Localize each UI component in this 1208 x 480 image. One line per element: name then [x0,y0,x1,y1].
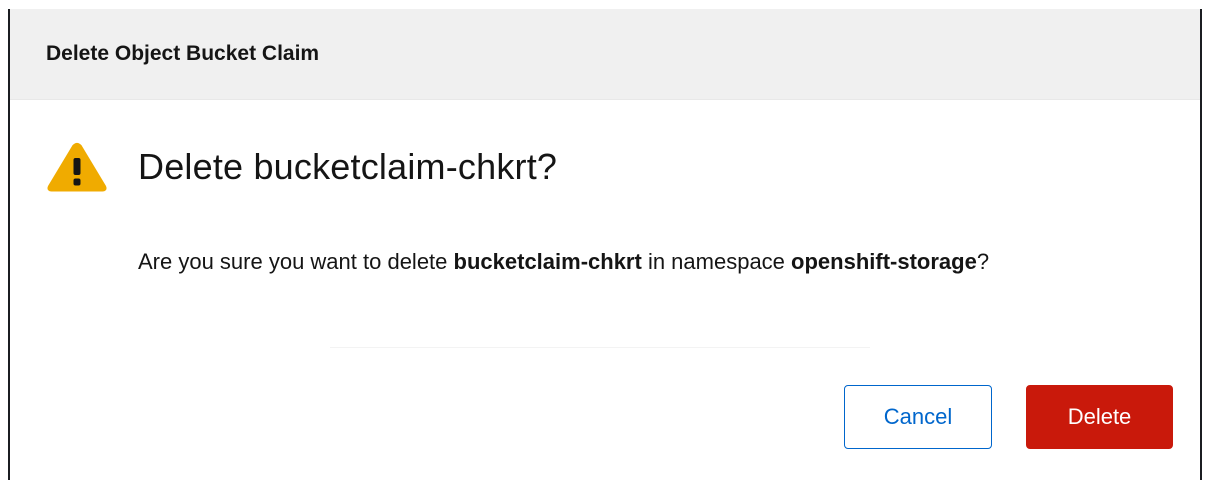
cancel-button[interactable]: Cancel [844,385,992,449]
modal-body: Are you sure you want to delete bucketcl… [138,239,1118,284]
body-divider [330,347,870,348]
modal-header: Delete Object Bucket Claim [10,9,1200,100]
delete-modal: Delete Object Bucket Claim Delete bucket… [10,9,1200,480]
message-suffix: ? [976,249,990,274]
message-middle: in namespace [641,249,792,274]
background-page-strip [0,0,1208,9]
message-prefix: Are you sure you want to delete [138,249,454,274]
modal-heading: Delete bucketclaim-chkrt? [138,146,558,187]
namespace-name: openshift-storage [791,249,977,274]
resource-name: bucketclaim-chkrt [453,249,642,274]
modal-title-row: Delete bucketclaim-chkrt? [46,142,557,192]
warning-triangle-icon [47,142,107,192]
modal-header-title: Delete Object Bucket Claim [46,42,320,65]
backdrop-edge-right [1200,9,1202,480]
delete-button[interactable]: Delete [1026,385,1173,449]
